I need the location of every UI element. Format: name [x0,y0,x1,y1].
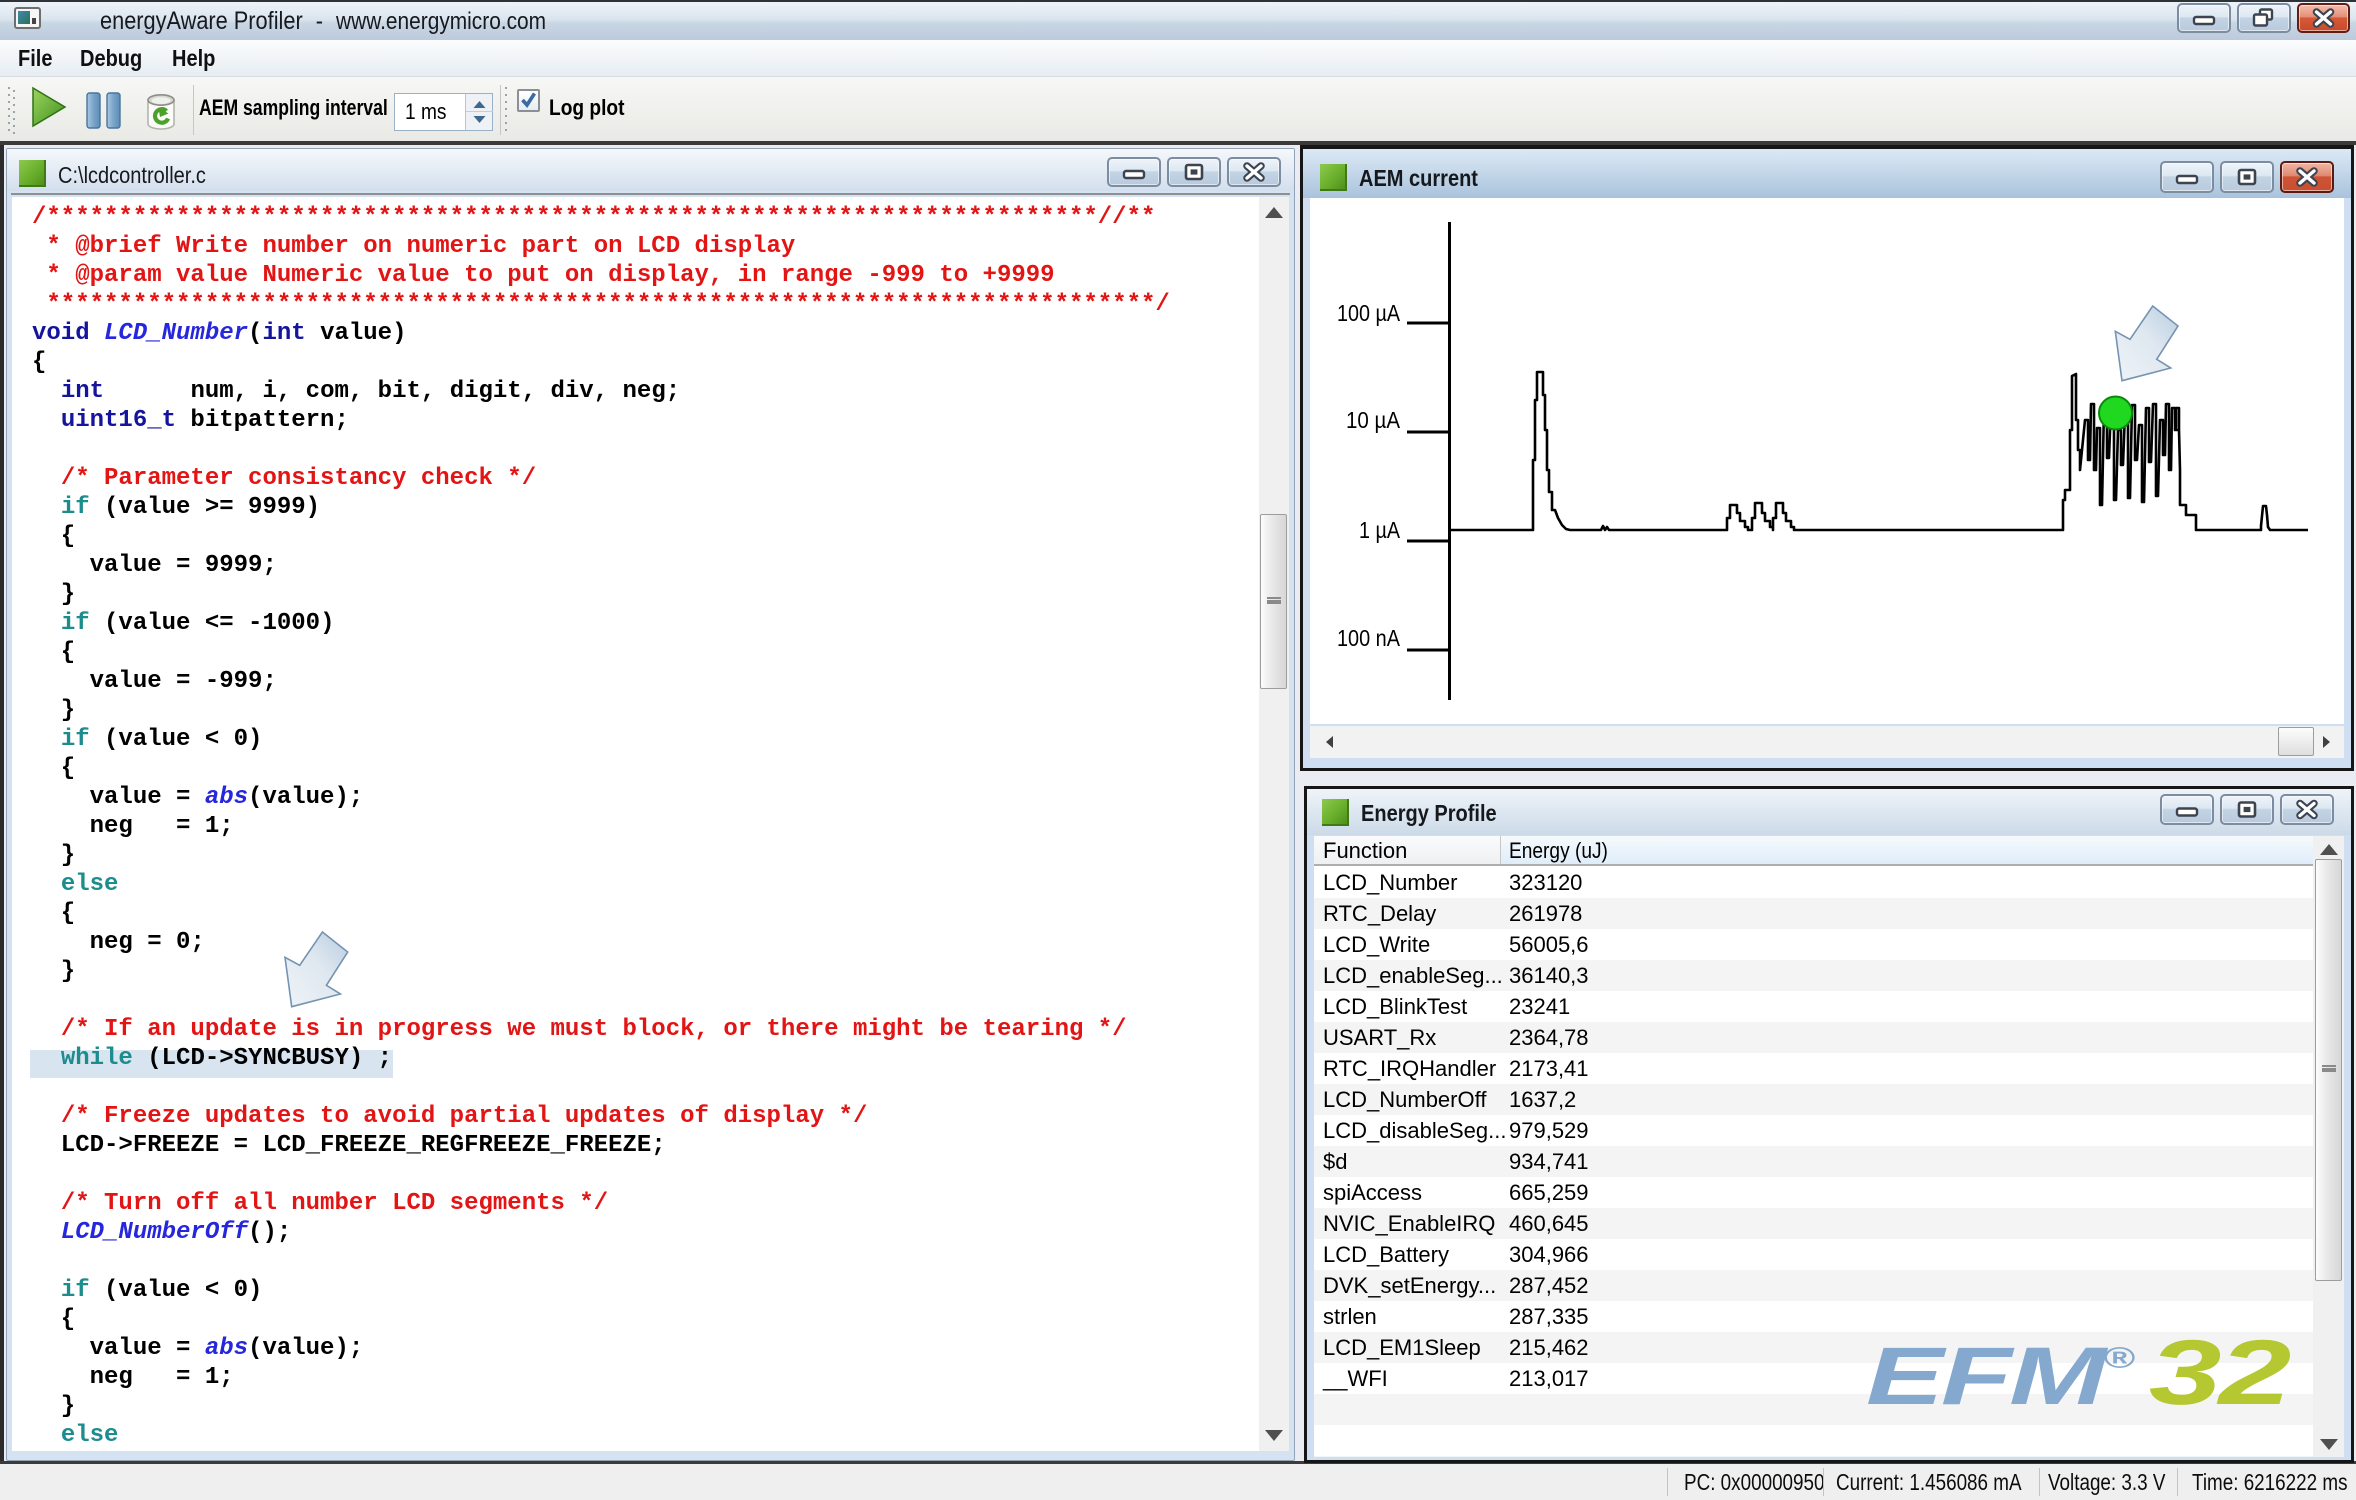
svg-text:100 nA: 100 nA [1337,625,1401,651]
svg-text:1 µA: 1 µA [1359,517,1401,543]
svg-text:100 µA: 100 µA [1337,300,1401,326]
svg-text:10 µA: 10 µA [1346,407,1401,433]
